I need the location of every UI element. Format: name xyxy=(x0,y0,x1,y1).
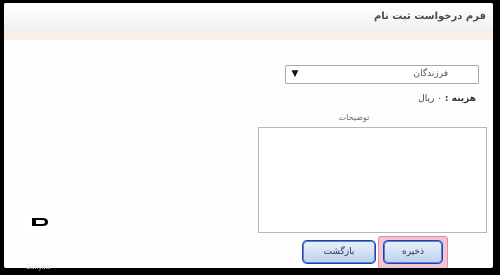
screenshot-frame: فرم درخواست ثبت نام فرزندگان ▼ هزینه : ۰… xyxy=(0,0,500,275)
form-title: فرم درخواست ثبت نام xyxy=(373,11,486,22)
chevron-down-icon[interactable]: ▼ xyxy=(289,67,301,82)
logo-latin: Danyaar xyxy=(26,264,52,271)
danyaar-logo: دانیار Danyaar xyxy=(5,207,73,273)
save-button[interactable]: ذخیره xyxy=(384,241,442,263)
description-label: توضیحات xyxy=(338,113,370,122)
category-select[interactable]: فرزندگان ▼ xyxy=(285,65,479,84)
cost-label: هزینه : xyxy=(444,94,476,104)
return-button[interactable]: بازگشت xyxy=(303,241,375,263)
cost-value: ۰ ریال xyxy=(418,94,443,104)
registration-form-panel: فرم درخواست ثبت نام فرزندگان ▼ هزینه : ۰… xyxy=(4,3,493,268)
form-title-bar: فرم درخواست ثبت نام xyxy=(4,3,493,31)
category-select-value: فرزندگان xyxy=(413,69,448,79)
cost-row: هزینه : ۰ ریال xyxy=(418,94,476,104)
header-strip xyxy=(4,31,493,40)
description-textarea[interactable] xyxy=(258,127,487,233)
logo-name: دانیار xyxy=(13,240,65,264)
